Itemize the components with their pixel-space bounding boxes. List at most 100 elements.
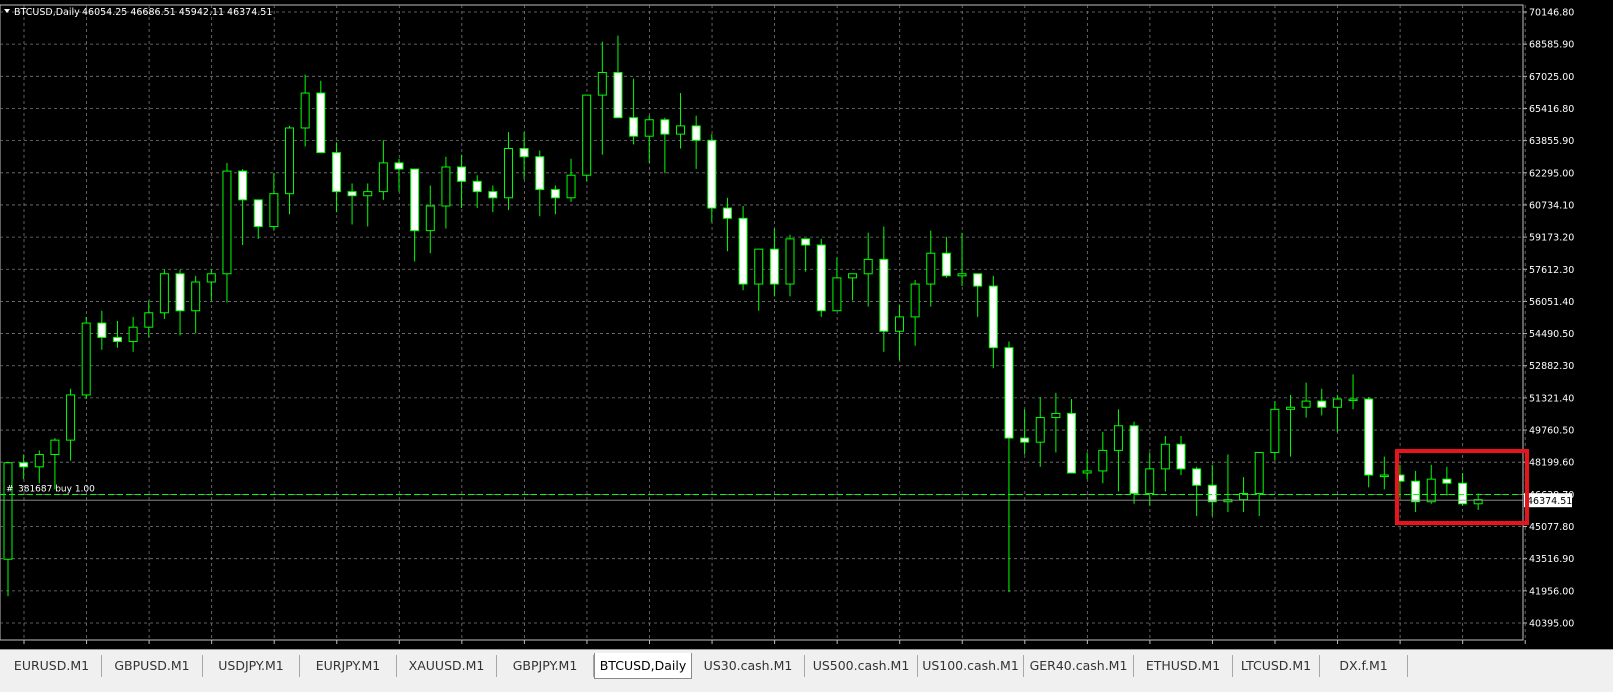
bull-candle-body[interactable] — [81, 322, 91, 396]
bear-candle-body[interactable] — [707, 139, 717, 209]
bull-candle-body[interactable] — [644, 119, 654, 137]
bear-candle-body[interactable] — [613, 72, 623, 119]
bull-candle-body[interactable] — [754, 248, 764, 285]
bear-candle-body[interactable] — [394, 162, 404, 170]
tab-us500-cash-m1[interactable]: US500.cash.M1 — [805, 655, 918, 677]
bear-candle-body[interactable] — [1364, 398, 1374, 476]
bear-candle-body[interactable] — [1067, 412, 1077, 474]
bull-candle-body[interactable] — [191, 281, 201, 312]
tab-us30-cash-m1[interactable]: US30.cash.M1 — [692, 655, 805, 677]
candlestick-chart[interactable]: 70146.80 68585.90 67025.00 65416.80 63855.90… — [0, 0, 1613, 649]
bull-candle-body[interactable] — [566, 174, 576, 199]
bear-candle-body[interactable] — [1458, 482, 1468, 505]
bear-candle-body[interactable] — [488, 191, 498, 199]
bull-candle-body[interactable] — [597, 72, 607, 96]
bull-candle-body[interactable] — [1145, 468, 1155, 495]
bear-candle-body[interactable] — [941, 252, 951, 277]
tab-xauusd-m1[interactable]: XAUUSD.M1 — [397, 655, 497, 677]
bull-candle-body[interactable] — [582, 94, 592, 176]
bull-candle-body[interactable] — [159, 273, 169, 314]
bear-candle-body[interactable] — [629, 117, 639, 137]
tab-ltcusd-m1[interactable]: LTCUSD.M1 — [1233, 655, 1320, 677]
bear-candle-body[interactable] — [879, 258, 889, 332]
bear-candle-body[interactable] — [316, 92, 326, 154]
bull-candle-body[interactable] — [926, 252, 936, 285]
bear-candle-body[interactable] — [19, 462, 29, 468]
bull-candle-body[interactable] — [1270, 408, 1280, 453]
bear-candle-body[interactable] — [1004, 347, 1014, 439]
bull-candle-body[interactable] — [3, 462, 13, 560]
bear-candle-body[interactable] — [691, 125, 701, 141]
bear-candle-body[interactable] — [801, 238, 811, 246]
bull-candle-body[interactable] — [863, 258, 873, 275]
bull-candle-body[interactable] — [50, 439, 60, 455]
bear-candle-body[interactable] — [550, 189, 560, 199]
bull-candle-body[interactable] — [848, 273, 858, 279]
bear-candle-body[interactable] — [660, 119, 670, 135]
bull-candle-body[interactable] — [285, 127, 295, 195]
bear-candle-body[interactable] — [331, 152, 341, 193]
tab-gbpjpy-m1[interactable]: GBPJPY.M1 — [497, 655, 594, 677]
bull-candle-body[interactable] — [1332, 398, 1342, 408]
bull-candle-body[interactable] — [957, 273, 967, 277]
bear-candle-body[interactable] — [112, 336, 122, 343]
tab-ethusd-m1[interactable]: ETHUSD.M1 — [1134, 655, 1233, 677]
bull-candle-body[interactable] — [269, 193, 279, 228]
bull-candle-body[interactable] — [503, 148, 513, 199]
bear-candle-body[interactable] — [1192, 468, 1202, 486]
bear-candle-body[interactable] — [1020, 437, 1030, 443]
bear-candle-body[interactable] — [738, 217, 748, 285]
bull-candle-body[interactable] — [785, 238, 795, 285]
bear-candle-body[interactable] — [1176, 443, 1186, 470]
tab-eurusd-m1[interactable]: EURUSD.M1 — [2, 655, 102, 677]
bear-candle-body[interactable] — [1317, 400, 1327, 408]
bear-candle-body[interactable] — [519, 148, 529, 158]
bull-candle-body[interactable] — [1051, 412, 1061, 419]
bull-candle-body[interactable] — [1160, 443, 1170, 470]
bull-candle-body[interactable] — [1082, 470, 1092, 474]
bull-candle-body[interactable] — [206, 273, 216, 283]
bull-candle-body[interactable] — [378, 162, 388, 193]
bull-candle-body[interactable] — [1301, 400, 1311, 408]
bear-candle-body[interactable] — [457, 166, 467, 182]
bull-candle-body[interactable] — [144, 312, 154, 328]
bear-candle-body[interactable] — [1207, 484, 1217, 503]
dropdown-triangle-icon[interactable] — [4, 9, 10, 13]
bear-candle-body[interactable] — [973, 273, 983, 287]
bear-candle-body[interactable] — [1129, 425, 1139, 495]
bear-candle-body[interactable] — [722, 207, 732, 219]
bull-candle-body[interactable] — [832, 277, 842, 312]
bull-candle-body[interactable] — [1348, 398, 1358, 402]
bear-candle-body[interactable] — [410, 168, 420, 232]
bull-candle-body[interactable] — [910, 283, 920, 318]
tab-us100-cash-m1[interactable]: US100.cash.M1 — [918, 655, 1024, 677]
tab-usdjpy-m1[interactable]: USDJPY.M1 — [203, 655, 300, 677]
bull-candle-body[interactable] — [300, 92, 310, 129]
bull-candle-body[interactable] — [441, 166, 451, 207]
bear-candle-body[interactable] — [535, 156, 545, 191]
bear-candle-body[interactable] — [175, 273, 185, 312]
bear-candle-body[interactable] — [238, 170, 248, 201]
tab-btcusd-daily[interactable]: BTCUSD,Daily — [594, 653, 692, 679]
bull-candle-body[interactable] — [1285, 406, 1295, 410]
bull-candle-body[interactable] — [1254, 451, 1264, 495]
bear-candle-body[interactable] — [253, 199, 263, 228]
bull-candle-body[interactable] — [1113, 425, 1123, 451]
bear-candle-body[interactable] — [769, 248, 779, 285]
bear-candle-body[interactable] — [472, 180, 482, 193]
tab-ger40-cash-m1[interactable]: GER40.cash.M1 — [1024, 655, 1134, 677]
bull-candle-body[interactable] — [894, 316, 904, 332]
bull-candle-body[interactable] — [1379, 474, 1389, 478]
bull-candle-body[interactable] — [1098, 449, 1108, 472]
bull-candle-body[interactable] — [676, 125, 686, 135]
price-chart[interactable]: 70146.80 68585.90 67025.00 65416.80 63855.90… — [0, 0, 1613, 649]
bull-candle-body[interactable] — [34, 453, 44, 468]
bear-candle-body[interactable] — [1442, 478, 1452, 484]
bull-candle-body[interactable] — [128, 326, 138, 343]
tab-dx-f-m1[interactable]: DX.f.M1 — [1320, 655, 1408, 677]
bear-candle-body[interactable] — [988, 285, 998, 349]
bull-candle-body[interactable] — [425, 205, 435, 232]
bull-candle-body[interactable] — [66, 394, 76, 441]
bear-candle-body[interactable] — [347, 191, 357, 197]
bear-candle-body[interactable] — [816, 244, 826, 312]
